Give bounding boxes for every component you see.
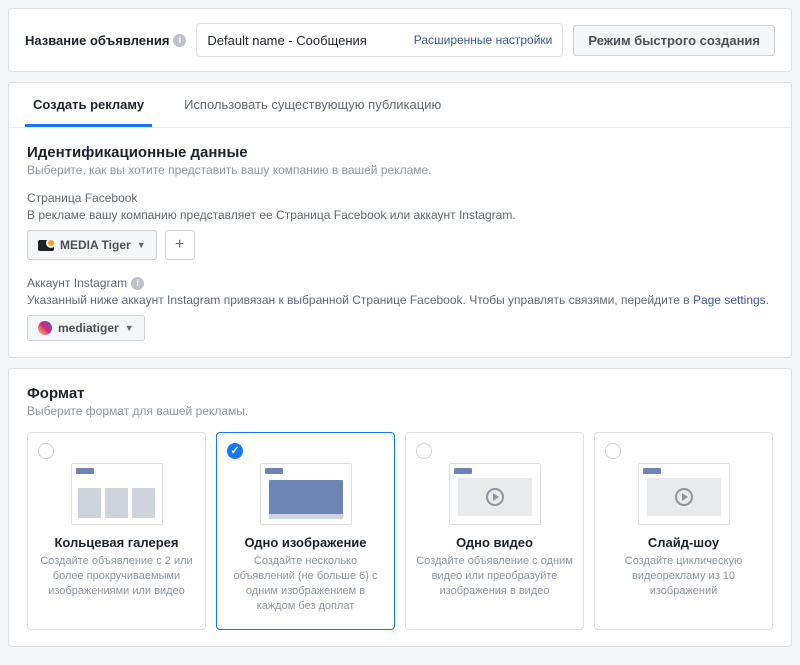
ad-name-input-wrap[interactable]: Расширенные настройки <box>196 23 563 57</box>
image-thumb <box>260 463 352 525</box>
format-card-desc: Создайте объявление с одним видео или пр… <box>416 554 573 599</box>
ad-name-label-text: Название объявления <box>25 33 169 48</box>
slideshow-thumb <box>638 463 730 525</box>
format-card-title: Слайд-шоу <box>648 535 719 550</box>
video-thumb <box>449 463 541 525</box>
info-icon: i <box>173 34 186 47</box>
ad-name-label: Название объявления i <box>25 33 186 48</box>
format-card-title: Одно видео <box>456 535 533 550</box>
chevron-down-icon: ▼ <box>137 240 146 250</box>
ig-account-label: Аккаунт Instagram i <box>27 276 773 290</box>
identity-title: Идентификационные данные <box>27 144 773 161</box>
ig-account-help: Указанный ниже аккаунт Instagram привяза… <box>27 293 773 307</box>
add-page-button[interactable]: + <box>165 230 195 260</box>
format-card-carousel[interactable]: ✓ Кольцевая галерея Создайте объявление … <box>27 432 206 630</box>
format-card-desc: Создайте объявление с 2 или более прокру… <box>38 554 195 599</box>
identity-section: Идентификационные данные Выберите, как в… <box>9 128 791 357</box>
radio-icon: ✓ <box>38 443 54 459</box>
fb-page-help: В рекламе вашу компанию представляет ее … <box>27 208 773 222</box>
carousel-thumb <box>71 463 163 525</box>
fb-page-selected-name: MEDIA Tiger <box>60 238 131 252</box>
fb-page-label: Страница Facebook <box>27 191 773 205</box>
format-cards: ✓ Кольцевая галерея Создайте объявление … <box>27 432 773 630</box>
identity-subtitle: Выберите, как вы хотите представить вашу… <box>27 163 773 177</box>
radio-icon: ✓ <box>605 443 621 459</box>
ig-account-selector[interactable]: mediatiger ▼ <box>27 315 145 341</box>
radio-icon: ✓ <box>227 443 243 459</box>
format-title: Формат <box>27 385 773 402</box>
format-subtitle: Выберите формат для вашей рекламы. <box>27 404 773 418</box>
quick-create-mode-button[interactable]: Режим быстрого создания <box>573 25 775 56</box>
tab-create-ad[interactable]: Создать рекламу <box>25 83 152 127</box>
instagram-icon <box>38 321 52 335</box>
info-icon: i <box>131 277 144 290</box>
ad-name-input[interactable] <box>207 33 413 48</box>
radio-icon: ✓ <box>416 443 432 459</box>
format-card-title: Одно изображение <box>244 535 366 550</box>
ig-account-label-text: Аккаунт Instagram <box>27 276 127 290</box>
tab-existing-post[interactable]: Использовать существующую публикацию <box>176 83 449 127</box>
page-icon <box>38 240 54 251</box>
chevron-down-icon: ▼ <box>125 323 134 333</box>
format-card-single-image[interactable]: ✓ Одно изображение Создайте несколько об… <box>216 432 395 630</box>
ad-mode-tabs: Создать рекламу Использовать существующу… <box>9 83 791 128</box>
page-settings-link[interactable]: Page settings <box>693 293 766 307</box>
advanced-settings-link[interactable]: Расширенные настройки <box>414 33 553 47</box>
format-section: Формат Выберите формат для вашей рекламы… <box>9 369 791 646</box>
fb-page-selector[interactable]: MEDIA Tiger ▼ <box>27 230 157 260</box>
format-card-desc: Создайте несколько объявлений (не больше… <box>227 554 384 613</box>
format-card-slideshow[interactable]: ✓ Слайд-шоу Создайте циклическую видеоре… <box>594 432 773 630</box>
ig-help-text: Указанный ниже аккаунт Instagram привяза… <box>27 293 693 307</box>
play-icon <box>486 488 504 506</box>
format-card-single-video[interactable]: ✓ Одно видео Создайте объявление с одним… <box>405 432 584 630</box>
ig-account-selected-name: mediatiger <box>58 321 119 335</box>
format-card-title: Кольцевая галерея <box>55 535 179 550</box>
format-card-desc: Создайте циклическую видеорекламу из 10 … <box>605 554 762 599</box>
play-icon <box>675 488 693 506</box>
